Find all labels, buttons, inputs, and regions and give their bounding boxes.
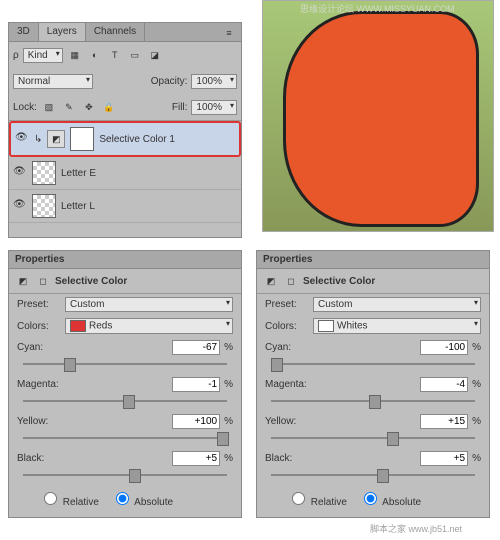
mask-mode-icon[interactable]: ◻ xyxy=(283,273,299,289)
cyan-label: Cyan: xyxy=(265,342,321,353)
kind-dropdown[interactable]: Kind xyxy=(23,48,63,63)
lock-move-icon[interactable]: ✥ xyxy=(81,99,97,115)
properties-panel-left: Properties ◩◻Selective Color Preset: Cust… xyxy=(8,250,242,518)
yellow-input[interactable] xyxy=(420,414,468,429)
mask-mode-icon[interactable]: ◻ xyxy=(35,273,51,289)
black-slider[interactable] xyxy=(23,469,227,481)
tab-layers[interactable]: Layers xyxy=(39,23,86,41)
yellow-label: Yellow: xyxy=(17,416,73,427)
cyan-slider[interactable] xyxy=(271,358,475,370)
tab-channels[interactable]: Channels xyxy=(86,23,145,41)
mask-thumb[interactable] xyxy=(70,127,94,151)
absolute-radio[interactable]: Absolute xyxy=(111,489,173,508)
layer-name: Selective Color 1 xyxy=(99,134,175,145)
lock-transparent-icon[interactable]: ▨ xyxy=(41,99,57,115)
color-swatch-red xyxy=(70,320,86,332)
fill-label: Fill: xyxy=(172,102,188,113)
preview-image xyxy=(262,0,494,232)
magenta-input[interactable] xyxy=(172,377,220,392)
magenta-input[interactable] xyxy=(420,377,468,392)
mode-radio-group: Relative Absolute xyxy=(9,485,241,514)
yellow-label: Yellow: xyxy=(265,416,321,427)
colors-dropdown[interactable]: Reds xyxy=(65,318,233,334)
properties-title: Properties xyxy=(257,251,489,269)
adjustment-type-icon: ◩ xyxy=(263,273,279,289)
yellow-input[interactable] xyxy=(172,414,220,429)
layers-tabbar: 3D Layers Channels ≡ xyxy=(9,23,241,42)
mode-radio-group: Relative Absolute xyxy=(257,485,489,514)
magenta-label: Magenta: xyxy=(265,379,321,390)
black-slider[interactable] xyxy=(271,469,475,481)
yellow-slider[interactable] xyxy=(23,432,227,444)
lock-paint-icon[interactable]: ✎ xyxy=(61,99,77,115)
cyan-slider[interactable] xyxy=(23,358,227,370)
layer-letter-e[interactable]: Letter E xyxy=(9,157,241,190)
black-input[interactable] xyxy=(420,451,468,466)
lock-row: Lock: ▨ ✎ ✥ 🔒 Fill: 100% xyxy=(9,94,241,121)
tab-3d[interactable]: 3D xyxy=(9,23,39,41)
filter-adjust-icon[interactable]: ◐ xyxy=(87,47,103,63)
layers-panel: 3D Layers Channels ≡ ρ Kind ▦ ◐ T ▭ ◪ No… xyxy=(8,22,242,238)
watermark-top: 思缘设计论坛 WWW.MISSYUAN.COM xyxy=(300,2,455,15)
panel-menu-icon[interactable]: ≡ xyxy=(217,23,241,43)
relative-radio[interactable]: Relative xyxy=(39,489,99,508)
absolute-radio[interactable]: Absolute xyxy=(359,489,421,508)
layer-thumb[interactable] xyxy=(32,161,56,185)
filter-row: ρ Kind ▦ ◐ T ▭ ◪ xyxy=(9,42,241,68)
visibility-icon[interactable] xyxy=(15,132,29,146)
letter-e-art xyxy=(283,11,479,227)
black-label: Black: xyxy=(17,453,73,464)
yellow-slider[interactable] xyxy=(271,432,475,444)
kind-label: ρ xyxy=(13,50,19,61)
preset-label: Preset: xyxy=(265,299,309,310)
magenta-slider[interactable] xyxy=(23,395,227,407)
watermark-footer: 脚本之家 www.jb51.net xyxy=(370,522,462,535)
preset-dropdown[interactable]: Custom xyxy=(65,297,233,312)
properties-subtitle: ◩◻Selective Color xyxy=(9,269,241,294)
blend-mode-dropdown[interactable]: Normal xyxy=(13,74,93,89)
properties-subtitle: ◩◻Selective Color xyxy=(257,269,489,294)
black-input[interactable] xyxy=(172,451,220,466)
layer-name: Letter L xyxy=(61,201,95,212)
clip-icon: ↳ xyxy=(34,134,42,145)
lock-all-icon[interactable]: 🔒 xyxy=(101,99,117,115)
filter-pixel-icon[interactable]: ▦ xyxy=(67,47,83,63)
layer-thumb[interactable] xyxy=(32,194,56,218)
opacity-input[interactable]: 100% xyxy=(191,74,237,89)
properties-panel-right: Properties ◩◻Selective Color Preset: Cust… xyxy=(256,250,490,518)
lock-label: Lock: xyxy=(13,102,37,113)
colors-label: Colors: xyxy=(265,321,309,332)
preset-dropdown[interactable]: Custom xyxy=(313,297,481,312)
layer-letter-l[interactable]: Letter L xyxy=(9,190,241,223)
magenta-label: Magenta: xyxy=(17,379,73,390)
filter-smart-icon[interactable]: ◪ xyxy=(147,47,163,63)
fill-input[interactable]: 100% xyxy=(191,100,237,115)
relative-radio[interactable]: Relative xyxy=(287,489,347,508)
colors-dropdown[interactable]: Whites xyxy=(313,318,481,334)
colors-label: Colors: xyxy=(17,321,61,332)
opacity-label: Opacity: xyxy=(151,76,188,87)
black-label: Black: xyxy=(265,453,321,464)
cyan-label: Cyan: xyxy=(17,342,73,353)
adjustment-type-icon: ◩ xyxy=(15,273,31,289)
visibility-icon[interactable] xyxy=(13,199,27,213)
properties-title: Properties xyxy=(9,251,241,269)
cyan-input[interactable] xyxy=(420,340,468,355)
magenta-slider[interactable] xyxy=(271,395,475,407)
cyan-input[interactable] xyxy=(172,340,220,355)
filter-shape-icon[interactable]: ▭ xyxy=(127,47,143,63)
layer-selective-color[interactable]: ↳ ◩ Selective Color 1 xyxy=(9,121,241,157)
layer-name: Letter E xyxy=(61,168,96,179)
blend-row: Normal Opacity: 100% xyxy=(9,68,241,94)
adjustment-icon: ◩ xyxy=(47,130,65,148)
visibility-icon[interactable] xyxy=(13,166,27,180)
preset-label: Preset: xyxy=(17,299,61,310)
color-swatch-white xyxy=(318,320,334,332)
filter-type-icon[interactable]: T xyxy=(107,47,123,63)
